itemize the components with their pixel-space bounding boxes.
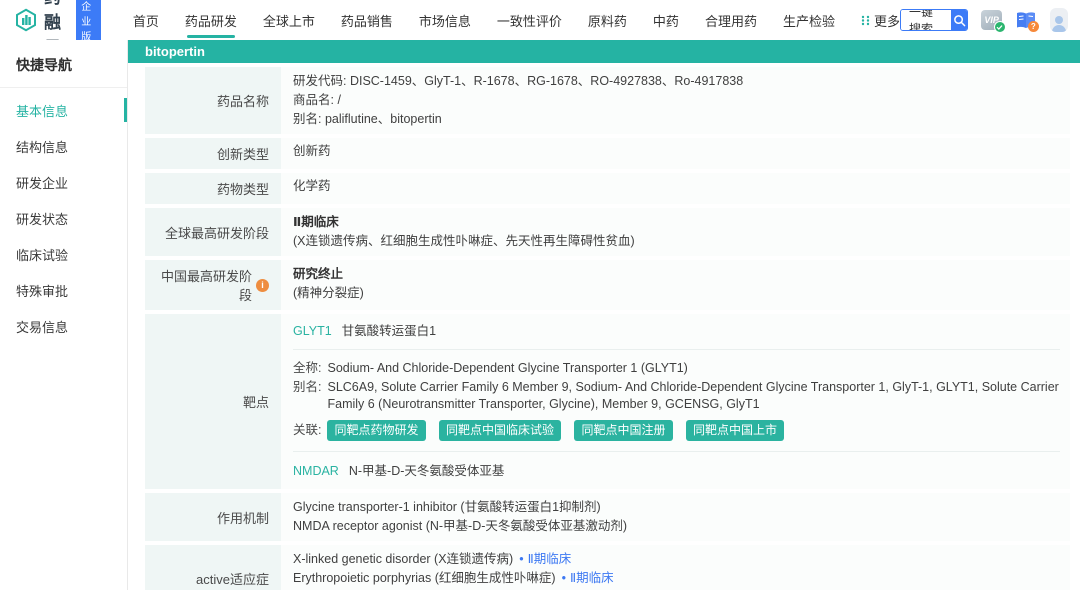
china-stage-indications: (精神分裂症) xyxy=(293,286,364,300)
badge-same-target-rd[interactable]: 同靶点药物研发 xyxy=(327,420,426,441)
indication-text: Erythropoietic porphyrias (红细胞生成性卟啉症) xyxy=(293,571,556,585)
sidebar-item-basic-info[interactable]: 基本信息 xyxy=(0,96,127,124)
navbar-right: 一键搜索 VIP xyxy=(899,8,1068,33)
nav-item-tcm[interactable]: 中药 xyxy=(653,0,679,40)
target-cn-name: 甘氨酸转运蛋白1 xyxy=(341,324,437,338)
nav-item-market-info[interactable]: 市场信息 xyxy=(419,0,471,40)
global-highest-stage-label: 全球最高研发阶段 xyxy=(145,208,281,256)
nav-item-drug-sales[interactable]: 药品销售 xyxy=(341,0,393,40)
badge-same-target-cn-launch[interactable]: 同靶点中国上市 xyxy=(685,420,784,441)
innovation-type-value: 创新药 xyxy=(293,144,331,158)
target-cn-name-2: N-甲基-D-天冬氨酸受体亚基 xyxy=(348,464,505,478)
row-china-highest-stage: 中国最高研发阶段 研究终止 (精神分裂症) xyxy=(145,260,1070,310)
indication-line: X-linked genetic disorder (X连锁遗传病) • Ⅱ期临床 xyxy=(293,550,1060,569)
quick-search-label: 一键搜索 xyxy=(900,10,951,30)
row-global-highest-stage: 全球最高研发阶段 Ⅱ期临床 (X连锁遗传病、红细胞生成性卟啉症、先天性再生障碍性… xyxy=(145,208,1070,256)
full-name-key: 全称: xyxy=(293,361,322,375)
china-highest-stage-label: 中国最高研发阶段 xyxy=(145,260,281,310)
badge-same-target-cn-trials[interactable]: 同靶点中国临床试验 xyxy=(438,420,561,441)
grid-dots-icon xyxy=(861,15,870,26)
main-content: bitopertin 药品名称 研发代码: DISC-1459、GlyT-1、R… xyxy=(128,40,1080,590)
stage-link-text: Ⅱ期临床 xyxy=(569,571,614,585)
alias-key: 别名: xyxy=(293,380,322,394)
sidebar-item-special-approval[interactable]: 特殊审批 xyxy=(0,276,127,304)
mechanism-label: 作用机制 xyxy=(145,493,281,541)
badge-same-target-cn-registration[interactable]: 同靶点中国注册 xyxy=(574,420,673,441)
nav-item-more[interactable]: 更多 xyxy=(861,0,900,40)
avatar-body xyxy=(1051,25,1066,32)
user-avatar-icon[interactable] xyxy=(1049,8,1068,32)
trade-name-line: 商品名: / xyxy=(293,93,341,107)
help-guide-icon[interactable] xyxy=(1015,9,1039,32)
main-nav: 首页 药品研发 全球上市 药品销售 市场信息 一致性评价 原料药 中药 合理用药… xyxy=(133,0,900,40)
indication-line: Erythropoietic porphyrias (红细胞生成性卟啉症) • Ⅱ期… xyxy=(293,569,1060,588)
sidebar-item-rd-company[interactable]: 研发企业 xyxy=(0,168,127,196)
full-name-value: Sodium- And Chloride-Dependent Glycine T… xyxy=(327,361,688,375)
stage-link[interactable]: • Ⅱ期临床 xyxy=(562,571,614,585)
alias-value: SLC6A9, Solute Carrier Family 6 Member 9… xyxy=(327,380,1059,411)
search-icon[interactable] xyxy=(950,10,968,30)
top-navbar: 药融云 企业版 首页 药品研发 全球上市 药品销售 市场信息 一致性评价 原料药… xyxy=(0,0,1080,57)
nav-item-global-launch[interactable]: 全球上市 xyxy=(263,0,315,40)
nav-item-consistency-eval[interactable]: 一致性评价 xyxy=(497,0,562,40)
nav-item-rational-use[interactable]: 合理用药 xyxy=(705,0,757,40)
hexagon-logo-icon xyxy=(14,8,38,32)
nav-more-label: 更多 xyxy=(873,13,900,29)
stage-link[interactable]: • Ⅱ期临床 xyxy=(519,552,571,566)
quick-nav-sidebar: 快捷导航 基本信息 结构信息 研发企业 研发状态 临床试验 特殊审批 交易信息 xyxy=(0,40,128,590)
avatar-head xyxy=(1054,16,1063,24)
nav-item-drug-rd[interactable]: 药品研发 xyxy=(185,0,237,40)
china-highest-stage-label-text: 中国最高研发阶段 xyxy=(160,269,252,303)
global-stage-indications: (X连锁遗传病、红细胞生成性卟啉症、先天性再生障碍性贫血) xyxy=(293,234,635,248)
edition-badge: 企业版 xyxy=(76,0,101,45)
alias-line: 别名: paliflutine、bitopertin xyxy=(293,112,442,126)
nav-item-production-inspection[interactable]: 生产检验 xyxy=(783,0,835,40)
indication-text: X-linked genetic disorder (X连锁遗传病) xyxy=(293,552,514,566)
sidebar-title: 快捷导航 xyxy=(0,40,127,88)
info-icon[interactable] xyxy=(256,278,269,292)
dev-code-line: 研发代码: DISC-1459、GlyT-1、R-1678、RG-1678、RO… xyxy=(293,74,744,88)
china-stage-value: 研究终止 xyxy=(293,267,344,281)
bullet-separator: • xyxy=(519,552,524,566)
target-link-glyt1[interactable]: GLYT1 xyxy=(293,323,332,340)
row-target: 靶点 GLYT1 甘氨酸转运蛋白1 全称: Sodium- And Chlori… xyxy=(145,314,1070,489)
stage-link-text: Ⅱ期临床 xyxy=(527,552,572,566)
page-title: bitopertin xyxy=(128,40,1080,63)
vip-check-icon xyxy=(993,21,1006,33)
row-active-indications: active适应症 X-linked genetic disorder (X连锁… xyxy=(145,545,1070,590)
active-indications-label: active适应症 xyxy=(145,545,281,590)
quick-search-button[interactable]: 一键搜索 xyxy=(899,9,969,31)
target-link-nmdar[interactable]: NMDAR xyxy=(293,463,339,480)
global-stage-value: Ⅱ期临床 xyxy=(293,215,339,229)
sidebar-item-deal-info[interactable]: 交易信息 xyxy=(0,312,127,340)
sidebar-item-clinical-trials[interactable]: 临床试验 xyxy=(0,240,127,268)
nav-item-home[interactable]: 首页 xyxy=(133,0,159,40)
target-label: 靶点 xyxy=(145,314,281,489)
row-innovation-type: 创新类型 创新药 xyxy=(145,138,1070,169)
question-badge-icon xyxy=(1027,21,1039,32)
relation-key: 关联: xyxy=(293,423,322,437)
mechanism-line: NMDA receptor agonist (N-甲基-D-天冬氨酸受体亚基激动… xyxy=(293,519,628,533)
innovation-type-label: 创新类型 xyxy=(145,138,281,169)
sidebar-item-structure-info[interactable]: 结构信息 xyxy=(0,132,127,160)
vip-status-icon[interactable]: VIP xyxy=(981,10,1006,33)
mechanism-line: Glycine transporter-1 inhibitor (甘氨酸转运蛋白… xyxy=(293,500,601,514)
bullet-separator: • xyxy=(561,571,566,585)
sidebar-item-rd-status[interactable]: 研发状态 xyxy=(0,204,127,232)
row-drug-name: 药品名称 研发代码: DISC-1459、GlyT-1、R-1678、RG-16… xyxy=(145,67,1070,134)
row-drug-type: 药物类型 化学药 xyxy=(145,173,1070,204)
drug-name-label: 药品名称 xyxy=(145,67,281,134)
drug-type-label: 药物类型 xyxy=(145,173,281,204)
drug-type-value: 化学药 xyxy=(293,179,331,193)
row-mechanism: 作用机制 Glycine transporter-1 inhibitor (甘氨… xyxy=(145,493,1070,541)
nav-item-api[interactable]: 原料药 xyxy=(588,0,627,40)
